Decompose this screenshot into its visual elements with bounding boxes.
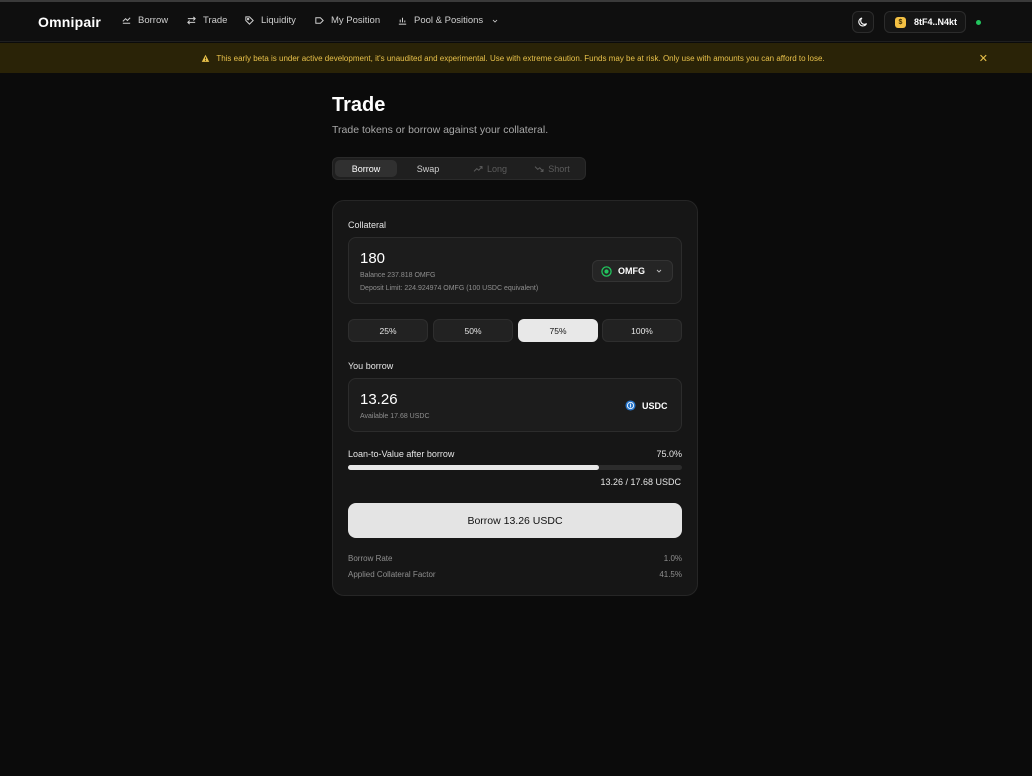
theme-toggle-button[interactable] xyxy=(852,11,874,33)
percent-25-button[interactable]: 25% xyxy=(348,319,428,342)
swap-arrows-icon xyxy=(187,16,196,25)
percent-label: 100% xyxy=(631,325,653,336)
borrow-token: USDC xyxy=(625,400,668,411)
stat-value: 1.0% xyxy=(663,554,682,563)
nav-item-label: Borrow xyxy=(138,15,169,26)
percent-100-button[interactable]: 100% xyxy=(602,319,682,342)
tab-long[interactable]: Long xyxy=(459,160,521,177)
nav-item-label: Liquidity xyxy=(261,15,296,26)
ltv-progress-fill xyxy=(348,465,599,470)
app-logo[interactable]: Omnipair xyxy=(38,14,101,30)
collateral-token-name: OMFG xyxy=(618,266,645,276)
trade-mode-tabs: Borrow Swap Long Short xyxy=(332,157,586,180)
nav-item-my-position[interactable]: My Position xyxy=(314,15,380,26)
percent-75-button[interactable]: 75% xyxy=(518,319,598,342)
omfg-token-icon xyxy=(601,265,612,277)
tab-label: Short xyxy=(548,163,570,174)
borrow-ratio: 13.26 / 17.68 USDC xyxy=(600,477,681,487)
collateral-balance: Balance 237.818 OMFG xyxy=(360,272,436,279)
stat-value: 41.5% xyxy=(659,570,682,579)
chevron-down-icon xyxy=(656,269,662,273)
percent-50-button[interactable]: 50% xyxy=(433,319,513,342)
stat-row-collateral-factor: Applied Collateral Factor 41.5% xyxy=(348,570,682,579)
ltv-label: Loan-to-Value after borrow xyxy=(348,449,455,459)
wallet-icon: $ xyxy=(895,16,906,28)
nav-item-label: Trade xyxy=(203,15,228,26)
trend-up-icon xyxy=(473,165,483,172)
collateral-label: Collateral xyxy=(348,220,387,230)
borrow-amount-input[interactable]: 13.26 xyxy=(360,391,398,408)
banner-text: This early beta is under active developm… xyxy=(216,53,825,63)
moon-icon xyxy=(858,17,868,27)
page-title: Trade xyxy=(332,94,386,116)
percent-label: 25% xyxy=(379,325,397,336)
tag-icon xyxy=(245,16,254,25)
close-icon[interactable]: ✕ xyxy=(979,52,988,65)
tab-label: Borrow xyxy=(351,163,381,174)
chevron-down-icon xyxy=(492,19,498,23)
nav-item-pool-positions[interactable]: Pool & Positions xyxy=(397,15,499,26)
borrow-available: Available 17.68 USDC xyxy=(360,413,430,420)
stat-label: Borrow Rate xyxy=(348,554,393,563)
tab-short[interactable]: Short xyxy=(521,160,583,177)
page-subtitle: Trade tokens or borrow against your coll… xyxy=(332,124,549,136)
nav-item-trade[interactable]: Trade xyxy=(186,15,227,26)
nav-item-label: My Position xyxy=(331,15,381,26)
chart-bar-icon xyxy=(398,17,407,25)
collateral-input-box[interactable]: 180 Balance 237.818 OMFG Deposit Limit: … xyxy=(348,237,682,304)
top-navbar: Omnipair Borrow Trade Liquidity My Posit… xyxy=(0,2,1032,42)
borrow-card: Collateral 180 Balance 237.818 OMFG Depo… xyxy=(332,200,698,596)
deposit-limit: Deposit Limit: 224.924974 OMFG (100 USDC… xyxy=(360,285,539,292)
usdc-token-icon xyxy=(625,400,636,411)
tab-swap[interactable]: Swap xyxy=(397,160,459,177)
nav-item-borrow[interactable]: Borrow xyxy=(121,15,168,26)
borrow-label: You borrow xyxy=(348,361,394,371)
stat-row-borrow-rate: Borrow Rate 1.0% xyxy=(348,554,682,563)
tab-label: Swap xyxy=(416,163,440,174)
tab-label: Long xyxy=(486,163,508,174)
ltv-row: Loan-to-Value after borrow 75.0% xyxy=(348,449,682,459)
collateral-amount-input[interactable]: 180 xyxy=(360,250,385,267)
beta-warning-banner: This early beta is under active developm… xyxy=(0,43,1032,73)
ltv-progress-bar xyxy=(348,465,682,470)
warning-icon xyxy=(202,54,210,62)
collateral-token-select[interactable]: OMFG xyxy=(592,260,673,282)
nav-item-label: Pool & Positions xyxy=(414,15,484,26)
stat-label: Applied Collateral Factor xyxy=(348,570,436,579)
borrow-icon xyxy=(122,17,131,24)
borrow-input-box[interactable]: 13.26 Available 17.68 USDC USDC xyxy=(348,378,682,432)
position-icon xyxy=(315,17,324,24)
connection-status-dot xyxy=(976,20,981,25)
tab-borrow[interactable]: Borrow xyxy=(335,160,397,177)
nav-item-liquidity[interactable]: Liquidity xyxy=(244,15,296,26)
percent-label: 50% xyxy=(464,325,482,336)
borrow-submit-button[interactable]: Borrow 13.26 USDC xyxy=(348,503,682,538)
borrow-token-name: USDC xyxy=(642,400,668,411)
wallet-address: 8tF4..N4kt xyxy=(914,17,958,27)
ltv-value: 75.0% xyxy=(656,449,682,459)
trend-down-icon xyxy=(534,165,544,172)
percent-label: 75% xyxy=(549,325,567,336)
wallet-button[interactable]: $ 8tF4..N4kt xyxy=(884,11,966,33)
